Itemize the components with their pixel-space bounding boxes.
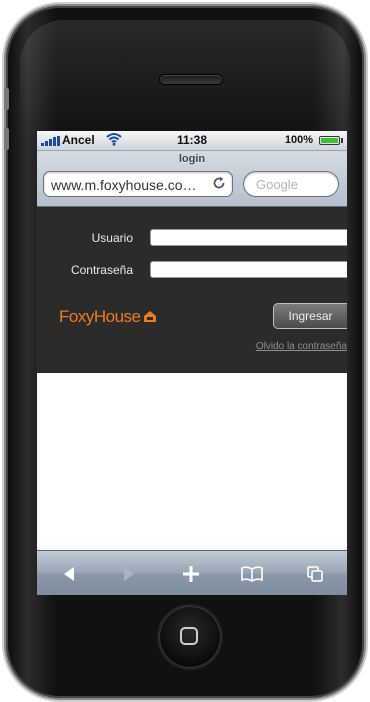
home-button[interactable] [159,606,221,668]
url-text: www.m.foxyhouse.co… [51,177,197,193]
username-input[interactable] [150,229,347,246]
forward-arrow-icon[interactable] [111,561,147,587]
volume-button [4,88,9,110]
logo-house: House [93,307,141,326]
password-label: Contraseña [70,263,133,277]
home-square-icon [180,627,198,645]
phone-screen: Ancel 11:38 100% login www.m.foxyhouse.c… [37,131,347,595]
password-input[interactable] [150,261,347,278]
status-bar: Ancel 11:38 100% [37,131,347,151]
add-bookmark-icon[interactable] [173,561,209,587]
search-placeholder: Google [256,177,298,192]
house-logo-icon [143,308,157,322]
earpiece-speaker [160,75,222,84]
browser-toolbar [37,550,347,595]
volume-button [4,128,9,150]
username-label: Usuario [91,231,133,245]
pages-icon[interactable] [297,561,333,587]
reload-icon[interactable] [212,176,226,194]
battery-icon [319,136,340,145]
browser-header: login www.m.foxyhouse.co… Google [37,151,347,207]
login-submit-button[interactable]: Ingresar [273,303,347,329]
foxyhouse-logo: FoxyHouse [59,307,157,327]
forgot-password-link[interactable]: Olvido la contraseña [256,341,347,352]
url-bar[interactable]: www.m.foxyhouse.co… [43,171,233,197]
battery-tip [341,138,343,143]
logo-foxy: Foxy [59,307,94,326]
back-arrow-icon[interactable] [51,561,87,587]
bookmarks-icon[interactable] [234,561,270,587]
page-title: login [178,153,206,165]
battery-level [321,138,338,143]
login-panel: Usuario Contraseña FoxyHouse Ingresar Ol… [37,207,347,373]
battery-percent: 100% [284,134,313,146]
search-field[interactable]: Google [243,171,339,197]
